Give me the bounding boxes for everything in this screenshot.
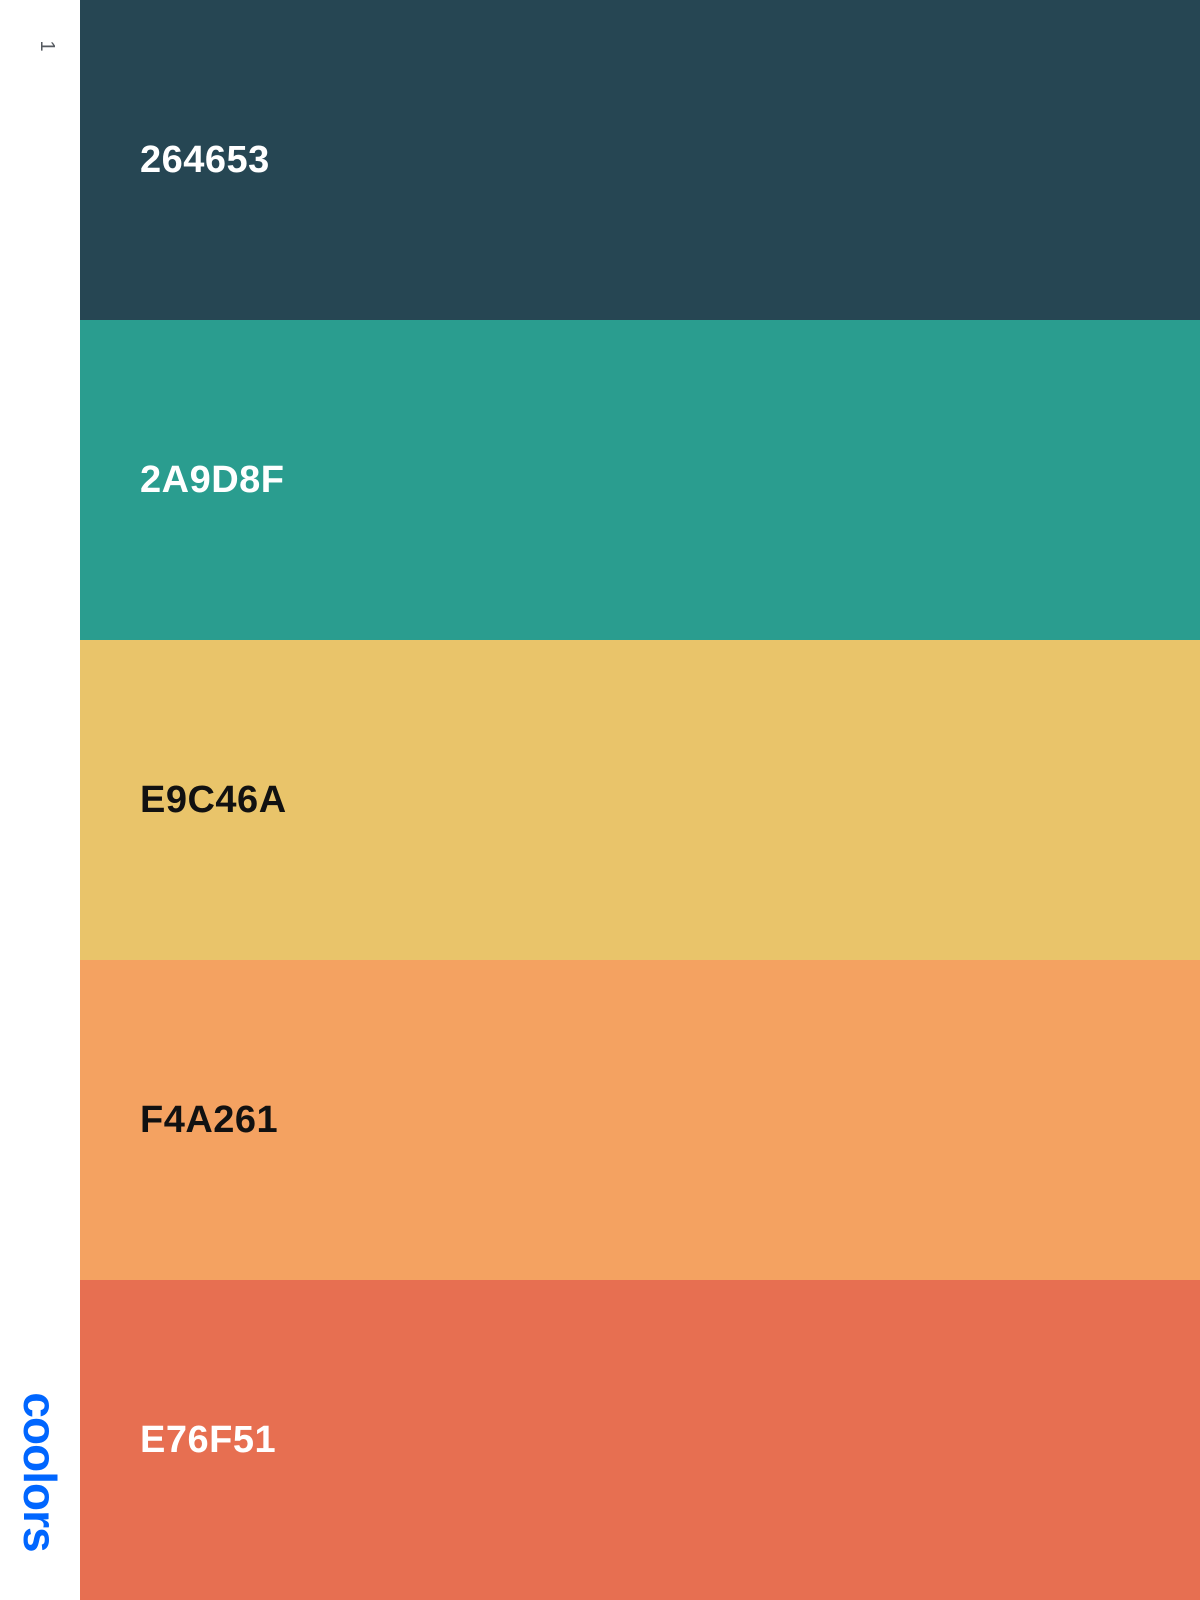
swatch-1[interactable]: 264653	[80, 0, 1200, 320]
swatch-5[interactable]: E76F51	[80, 1280, 1200, 1600]
swatch-hex-label: E76F51	[140, 1418, 277, 1461]
swatch-hex-label: 264653	[140, 138, 270, 181]
sidebar: 1 coolors	[0, 0, 80, 1600]
swatch-4[interactable]: F4A261	[80, 960, 1200, 1280]
palette-page: 1 coolors 264653 2A9D8F E9C46A F4A261 E7…	[0, 0, 1200, 1600]
swatch-list: 264653 2A9D8F E9C46A F4A261 E76F51	[80, 0, 1200, 1600]
swatch-3[interactable]: E9C46A	[80, 640, 1200, 960]
page-number: 1	[36, 40, 58, 52]
brand-logo: coolors	[14, 1392, 66, 1552]
swatch-hex-label: 2A9D8F	[140, 458, 285, 501]
swatch-2[interactable]: 2A9D8F	[80, 320, 1200, 640]
swatch-hex-label: E9C46A	[140, 778, 287, 821]
swatch-hex-label: F4A261	[140, 1098, 279, 1141]
